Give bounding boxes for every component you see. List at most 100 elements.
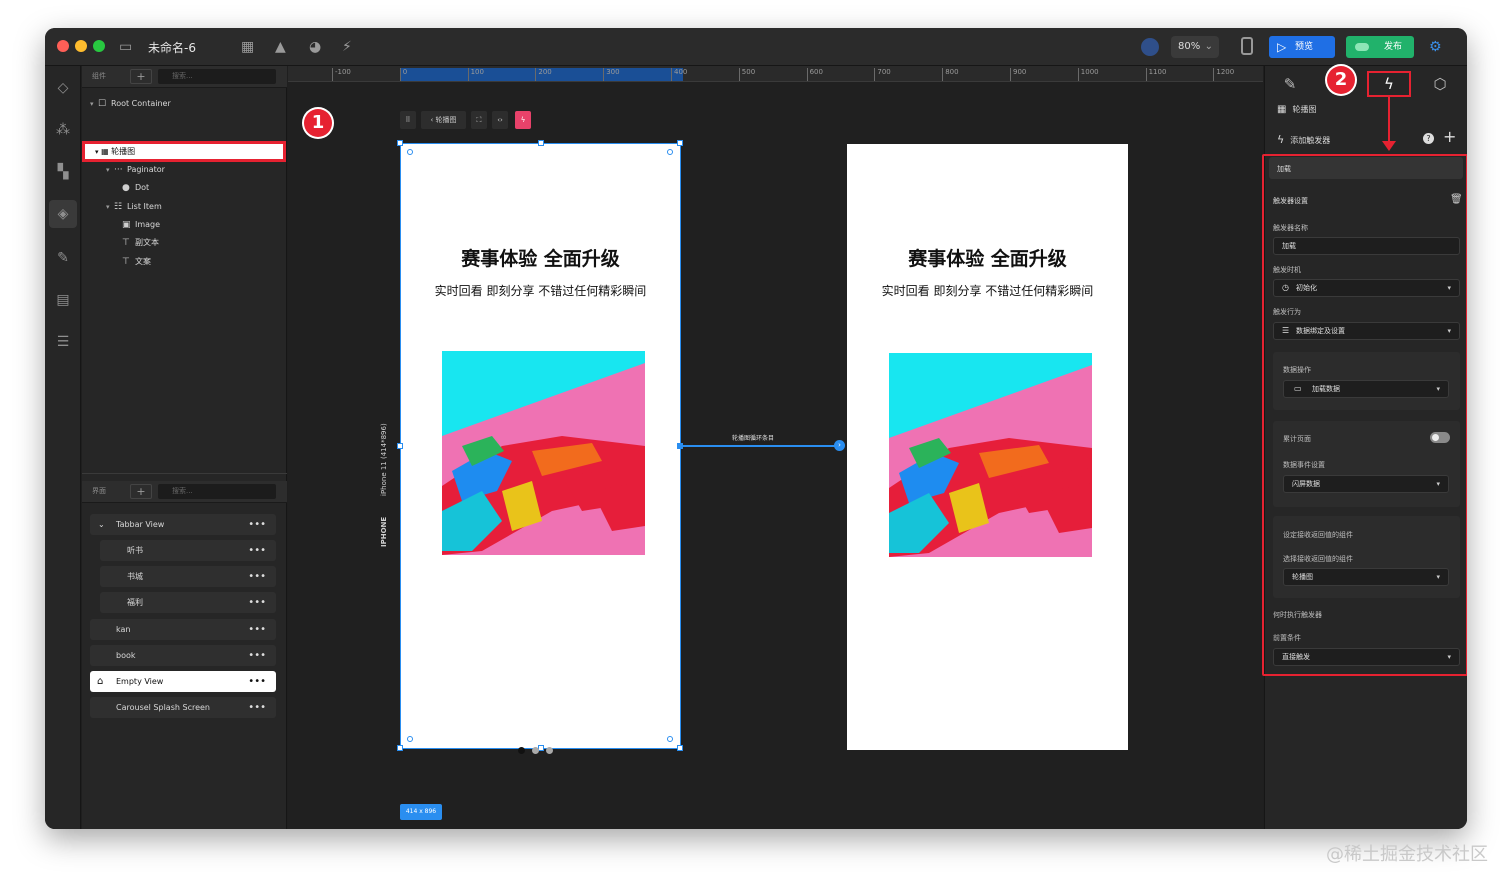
more-icon[interactable]: •••	[248, 540, 266, 561]
preview-button[interactable]: ▷ 预览	[1269, 36, 1335, 58]
eye-icon	[1355, 43, 1369, 51]
tree-item-copy[interactable]: ⊤ 文案	[122, 253, 151, 271]
tree-item-paginator[interactable]: ▾ ··· Paginator	[106, 161, 165, 179]
settings-sliders-icon[interactable]: ⚙	[1429, 38, 1442, 56]
ruler-tick: 0	[399, 68, 407, 81]
page-item-book[interactable]: book •••	[90, 645, 276, 666]
more-icon[interactable]: •••	[248, 619, 266, 640]
close-window-button[interactable]	[57, 40, 69, 52]
drag-handle-icon[interactable]: ⠿	[400, 111, 416, 129]
grid-icon[interactable]: ▦	[241, 38, 254, 56]
more-icon[interactable]: •••	[248, 671, 266, 692]
page-item-tingshu[interactable]: 听书 •••	[100, 540, 276, 561]
layers-icon[interactable]: ◈	[49, 200, 77, 228]
parent-select-button[interactable]: ‹ 轮播图	[421, 111, 466, 129]
more-icon[interactable]: •••	[248, 514, 266, 535]
maximize-window-button[interactable]	[93, 40, 105, 52]
zoom-select[interactable]: 80% ⌄	[1171, 36, 1219, 58]
zoom-value: 80%	[1178, 41, 1201, 52]
link-arrow-line[interactable]	[681, 445, 839, 447]
tree-item-carousel-selected[interactable]: ▾ ▦ 轮播图	[82, 141, 286, 162]
corner-radius-handle[interactable]	[407, 149, 413, 155]
interaction-icon[interactable]: ⚡	[342, 38, 352, 56]
panel-divider[interactable]	[82, 473, 287, 474]
more-icon[interactable]: •••	[248, 645, 266, 666]
layout-icon[interactable]: ▚	[54, 163, 72, 181]
sidebar-toggle-icon[interactable]: ▭	[119, 38, 132, 56]
avatar[interactable]	[1141, 38, 1159, 56]
caret-down-icon[interactable]: ▾	[106, 198, 114, 216]
arrow-end-icon[interactable]: ›	[834, 440, 845, 451]
ruler-tick: 500	[738, 68, 755, 81]
caret-down-icon[interactable]: ▾	[95, 148, 99, 156]
resize-handle[interactable]	[677, 140, 683, 146]
horizontal-ruler: -100 0 100 200 300 400 500 600 700 800 900 1000 1100…	[288, 66, 1263, 82]
list-icon[interactable]: ☰	[54, 333, 72, 351]
pager-dot[interactable]	[518, 747, 525, 754]
page-item-carousel-splash[interactable]: Carousel Splash Screen •••	[90, 697, 276, 718]
design-canvas[interactable]: -100 0 100 200 300 400 500 600 700 800 900 1000 1100…	[288, 66, 1263, 829]
pin-icon[interactable]: ✎	[54, 249, 72, 267]
resize-handle[interactable]	[397, 443, 403, 449]
fit-icon[interactable]: ⛶	[471, 111, 487, 129]
publish-button[interactable]: 发布	[1346, 36, 1414, 58]
device-icon[interactable]	[1241, 37, 1253, 55]
page-item-empty-view[interactable]: ⌂ Empty View •••	[90, 671, 276, 692]
resize-handle[interactable]	[538, 140, 544, 146]
resize-handle[interactable]	[397, 140, 403, 146]
device-tag-vertical-label: IPHONE	[380, 516, 388, 547]
page-item-label: Tabbar View	[116, 520, 165, 529]
container-icon: ☐	[98, 99, 107, 109]
page-item-shucheng[interactable]: 书城 •••	[100, 566, 276, 587]
corner-radius-handle[interactable]	[667, 149, 673, 155]
pager-dot[interactable]	[532, 747, 539, 754]
annotation-arrow-line	[1388, 97, 1390, 145]
help-icon[interactable]: ?	[1423, 133, 1434, 144]
components-icon[interactable]: ◕	[309, 38, 321, 56]
plugin-icon[interactable]: ⬡	[1418, 71, 1462, 97]
add-trigger-row[interactable]: ϟ 添加触发器	[1277, 133, 1330, 146]
page-item-tabbar-view[interactable]: ⌄ Tabbar View •••	[90, 514, 276, 535]
trigger-tab-bolt-icon[interactable]: ϟ	[1367, 71, 1411, 97]
trigger-bolt-icon[interactable]: ϟ	[515, 111, 531, 129]
tree-item-list-item[interactable]: ▾ ☷ List Item	[106, 198, 162, 216]
style-brush-icon[interactable]: ✎	[1268, 71, 1312, 97]
page-item-label: Carousel Splash Screen	[116, 703, 210, 712]
caret-down-icon[interactable]: ▾	[106, 161, 114, 179]
minimize-window-button[interactable]	[75, 40, 87, 52]
page-item-fuli[interactable]: 福利 •••	[100, 592, 276, 613]
chevron-down-icon: ⌄	[1204, 41, 1213, 52]
phone-frame-target[interactable]: 赛事体验 全面升级 实时回看 即刻分享 不错过任何精彩瞬间	[847, 144, 1128, 750]
more-icon[interactable]: •••	[248, 697, 266, 718]
component-library-icon[interactable]: ⁂	[54, 121, 72, 139]
page-item-label: Empty View	[116, 677, 164, 686]
ruler-tick: 800	[942, 68, 959, 81]
more-icon[interactable]: •••	[248, 566, 266, 587]
add-page-button[interactable]: +	[130, 484, 152, 499]
abstract-art-image	[442, 351, 645, 555]
tree-item-image[interactable]: ▣ Image	[122, 216, 160, 234]
pager-dot[interactable]	[546, 747, 553, 754]
page-item-kan[interactable]: kan •••	[90, 619, 276, 640]
phone-frame-selected[interactable]: 赛事体验 全面升级 实时回看 即刻分享 不错过任何精彩瞬间	[397, 140, 683, 751]
more-icon[interactable]: •••	[248, 592, 266, 613]
resize-handle[interactable]	[397, 745, 403, 751]
table-icon[interactable]: ▤	[54, 291, 72, 309]
layer-search-input[interactable]: 搜索...	[158, 69, 276, 84]
resize-handle[interactable]	[677, 745, 683, 751]
add-icon[interactable]: +	[1443, 127, 1456, 146]
tree-item-subtext[interactable]: ⊤ 副文本	[122, 234, 159, 252]
corner-radius-handle[interactable]	[407, 736, 413, 742]
code-icon[interactable]: ‹›	[492, 111, 508, 129]
tree-item-dot[interactable]: ● Dot	[122, 179, 149, 197]
cube-icon[interactable]: ◇	[54, 79, 72, 97]
caret-down-icon[interactable]: ▾	[90, 95, 98, 113]
shape-icon[interactable]: ▲	[275, 38, 286, 56]
ruler-tick: 1100	[1145, 68, 1166, 81]
add-layer-button[interactable]: +	[130, 69, 152, 84]
corner-radius-handle[interactable]	[667, 736, 673, 742]
chevron-down-icon[interactable]: ⌄	[98, 514, 105, 535]
tree-item-root[interactable]: ▾ ☐ Root Container	[90, 95, 171, 113]
ruler-tick: 100	[467, 68, 484, 81]
page-search-input[interactable]: 搜索...	[158, 484, 276, 499]
